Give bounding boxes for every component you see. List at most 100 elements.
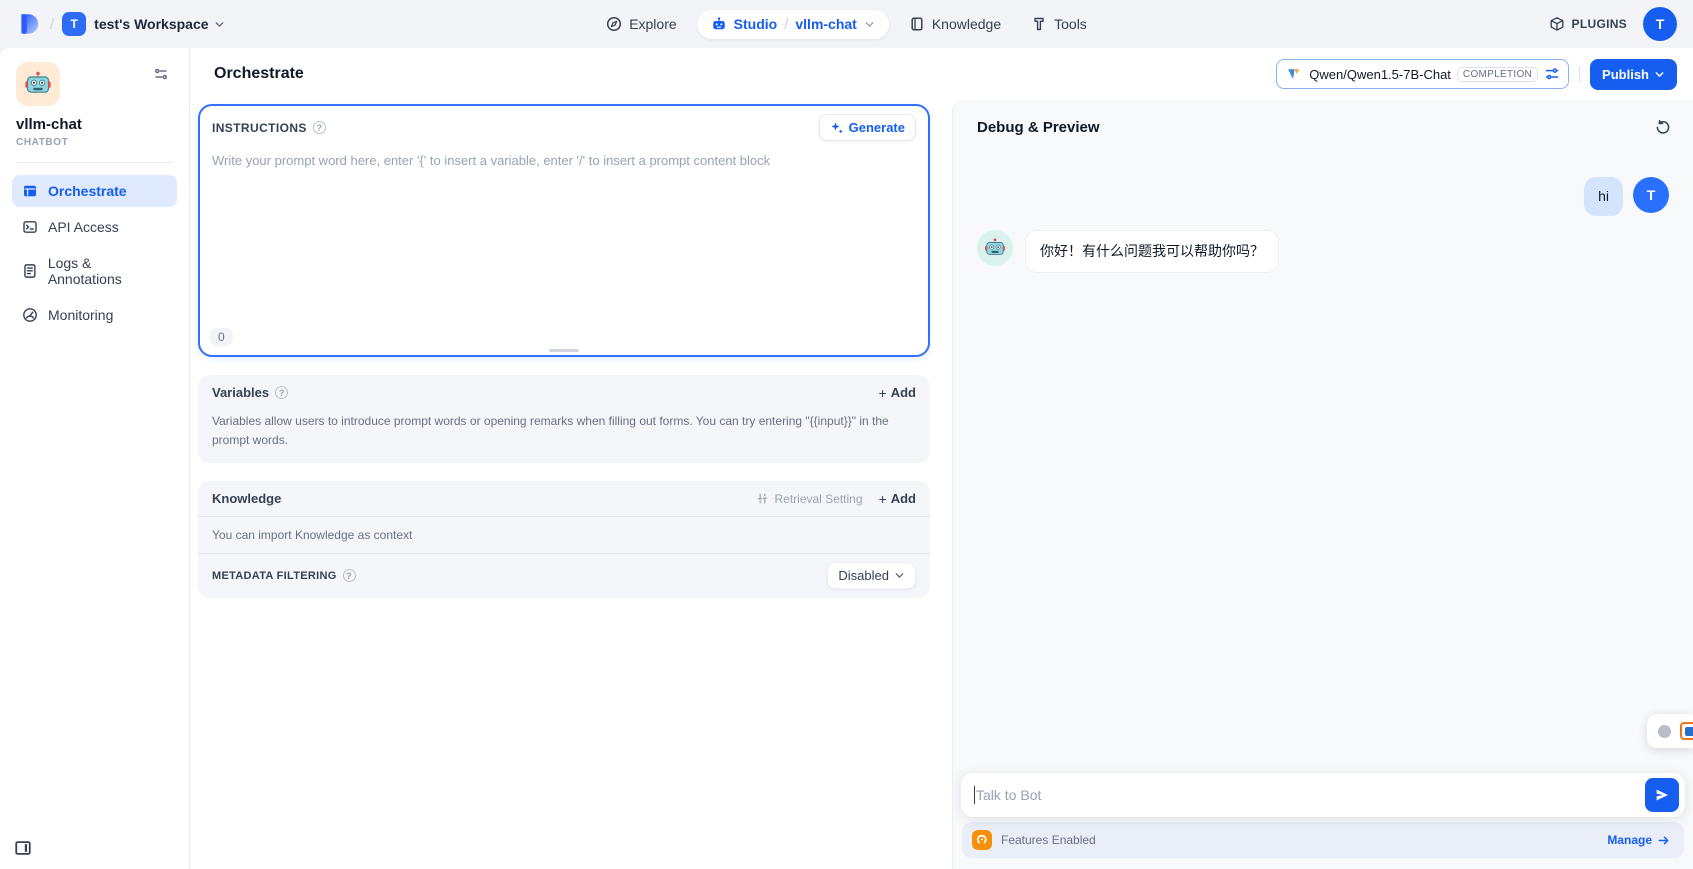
- add-variable-label: Add: [891, 385, 916, 400]
- orchestrate-icon: [22, 183, 38, 199]
- rotate-ccw-icon: [1655, 119, 1671, 135]
- chevron-down-icon: [214, 19, 225, 30]
- tools-icon: [1031, 16, 1047, 32]
- main-nav: Explore Studio / vllm-chat Knowledge Too…: [596, 10, 1097, 39]
- header-divider: [1579, 66, 1580, 82]
- retrieval-setting-label: Retrieval Setting: [774, 492, 862, 506]
- retrieval-setting-button[interactable]: Retrieval Setting: [756, 492, 862, 506]
- sidebar-item-label: Orchestrate: [48, 183, 127, 199]
- model-selector[interactable]: Qwen/Qwen1.5-7B-Chat COMPLETION: [1276, 59, 1569, 89]
- sliders-icon: [153, 66, 169, 82]
- generate-button[interactable]: Generate: [819, 114, 916, 141]
- workspace-switcher[interactable]: test's Workspace: [94, 16, 224, 32]
- panel-right-icon: [14, 839, 32, 857]
- page-title: Orchestrate: [214, 65, 304, 83]
- top-navigation-bar: / T test's Workspace Explore Studio / vl…: [0, 0, 1693, 48]
- chevron-down-icon: [894, 570, 905, 581]
- collapse-sidebar-button[interactable]: [14, 839, 32, 857]
- model-settings-icon[interactable]: [1544, 66, 1560, 82]
- robot-emoji-icon: [24, 70, 52, 98]
- help-icon[interactable]: ?: [343, 569, 356, 582]
- floating-extension-widget[interactable]: [1647, 714, 1693, 748]
- bot-chat-avatar: [977, 230, 1013, 266]
- document-icon: [22, 263, 38, 279]
- knowledge-section: Knowledge Retrieval Setting + Add: [198, 481, 930, 598]
- chat-input-area: Features Enabled Manage: [953, 773, 1693, 869]
- sidebar-app-type-badge: CHATBOT: [16, 137, 173, 148]
- plus-icon: +: [879, 386, 887, 400]
- sidebar-item-label: API Access: [48, 219, 119, 235]
- sidebar-item-api-access[interactable]: API Access: [12, 211, 177, 243]
- sidebar-app-name: vllm-chat: [16, 116, 173, 133]
- nav-tools[interactable]: Tools: [1021, 10, 1097, 38]
- add-variable-button[interactable]: + Add: [879, 385, 916, 400]
- paper-plane-icon: [1654, 787, 1670, 803]
- variables-section: Variables ? + Add Variables allow users …: [198, 375, 930, 463]
- chevron-down-icon[interactable]: [864, 19, 875, 30]
- vllm-logo-icon: [1285, 65, 1303, 83]
- user-avatar[interactable]: T: [1643, 7, 1677, 41]
- breadcrumb-separator: /: [784, 16, 788, 33]
- sidebar-item-label: Monitoring: [48, 307, 113, 323]
- generate-label: Generate: [849, 120, 905, 135]
- nav-knowledge[interactable]: Knowledge: [899, 10, 1011, 38]
- workspace-avatar[interactable]: T: [62, 12, 86, 36]
- debug-preview-panel: Debug & Preview hi T: [952, 100, 1693, 869]
- sidebar-item-logs-annotations[interactable]: Logs & Annotations: [12, 247, 177, 295]
- nav-studio-current[interactable]: Studio / vllm-chat: [697, 10, 889, 39]
- metadata-filtering-row: METADATA FILTERING ? Disabled: [198, 554, 930, 598]
- app-settings-button[interactable]: [149, 62, 173, 86]
- nav-studio-label: Studio: [734, 16, 778, 32]
- sidebar-item-monitoring[interactable]: Monitoring: [12, 299, 177, 331]
- bot-message-bubble: 你好！有什么问题我可以帮助你吗？: [1025, 230, 1279, 273]
- gauge-icon: [22, 307, 38, 323]
- prompt-editor[interactable]: [200, 145, 928, 317]
- user-chat-avatar: T: [1633, 177, 1669, 213]
- plus-icon: +: [879, 492, 887, 506]
- features-bar: Features Enabled Manage: [962, 822, 1684, 858]
- send-button[interactable]: [1645, 778, 1679, 812]
- add-knowledge-button[interactable]: + Add: [879, 491, 916, 506]
- chat-message-user: hi T: [977, 177, 1669, 216]
- help-icon[interactable]: ?: [313, 121, 326, 134]
- knowledge-description: You can import Knowledge as context: [198, 517, 930, 553]
- resize-handle[interactable]: [549, 349, 579, 352]
- sparkles-icon: [830, 121, 844, 135]
- knowledge-title: Knowledge: [212, 491, 281, 506]
- app-shell: vllm-chat CHATBOT Orchestrate API Access…: [0, 48, 1693, 869]
- nav-tools-label: Tools: [1054, 16, 1087, 32]
- robot-icon: [711, 16, 727, 32]
- features-enabled-label: Features Enabled: [1001, 833, 1096, 847]
- chevron-down-icon: [1654, 69, 1665, 80]
- page-header: Orchestrate Qwen/Qwen1.5-7B-Chat COMPLET…: [190, 48, 1693, 100]
- sidebar-item-orchestrate[interactable]: Orchestrate: [12, 175, 177, 207]
- chat-input[interactable]: [976, 787, 1645, 803]
- app-sidebar: vllm-chat CHATBOT Orchestrate API Access…: [0, 48, 190, 869]
- arrow-right-icon: [1657, 834, 1670, 847]
- user-message-bubble: hi: [1584, 177, 1623, 216]
- metadata-filtering-select[interactable]: Disabled: [827, 562, 916, 589]
- model-mode-badge: COMPLETION: [1457, 67, 1538, 82]
- help-icon[interactable]: ?: [275, 386, 288, 399]
- manage-label: Manage: [1607, 833, 1652, 847]
- app-avatar[interactable]: [16, 62, 60, 106]
- text-caret: [974, 786, 975, 804]
- chat-message-list: hi T: [953, 147, 1693, 773]
- plugins-button[interactable]: PLUGINS: [1549, 16, 1627, 32]
- debug-preview-title: Debug & Preview: [977, 119, 1100, 136]
- workspace-name: test's Workspace: [94, 16, 208, 32]
- dify-logo-icon[interactable]: [16, 11, 42, 37]
- manage-features-link[interactable]: Manage: [1607, 833, 1670, 847]
- add-knowledge-label: Add: [891, 491, 916, 506]
- nav-explore-label: Explore: [629, 16, 676, 32]
- gray-dot-icon: [1658, 725, 1671, 738]
- robot-emoji-icon: [984, 237, 1006, 259]
- instructions-panel: INSTRUCTIONS ? Generate 0: [198, 104, 930, 357]
- publish-button[interactable]: Publish: [1590, 59, 1677, 90]
- metadata-filtering-value: Disabled: [838, 568, 889, 583]
- nav-explore[interactable]: Explore: [596, 10, 686, 38]
- extension-icon: [1680, 722, 1693, 740]
- model-name: Qwen/Qwen1.5-7B-Chat: [1309, 67, 1451, 82]
- restart-conversation-button[interactable]: [1651, 115, 1675, 139]
- char-count-badge: 0: [210, 328, 233, 346]
